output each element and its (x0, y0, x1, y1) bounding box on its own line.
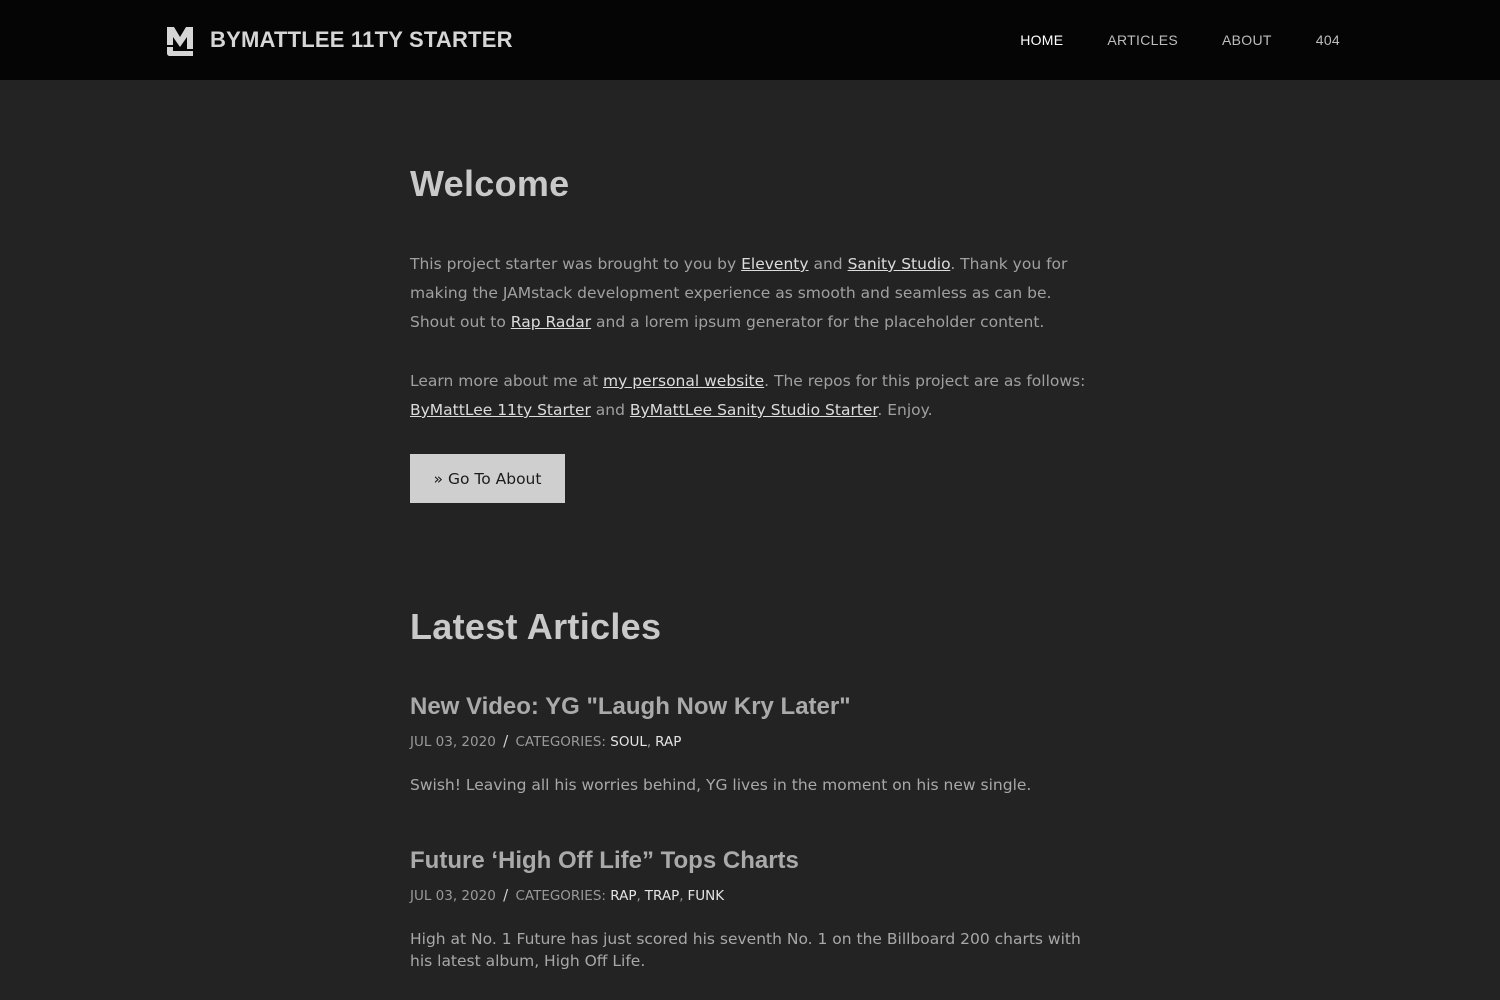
sanity-studio-link[interactable]: Sanity Studio (848, 255, 951, 273)
intro-text-4: and a lorem ipsum generator for the plac… (591, 313, 1045, 331)
intro-paragraph: This project starter was brought to you … (410, 250, 1090, 337)
repos-text-2: . The repos for this project are as foll… (764, 372, 1086, 390)
repos-text-1: Learn more about me at (410, 372, 604, 390)
nav-articles[interactable]: ARTICLES (1107, 30, 1178, 50)
site-header: BYMATTLEE 11TY STARTER HOME ARTICLES ABO… (0, 0, 1500, 80)
category-link-rap[interactable]: RAP (610, 888, 636, 904)
repos-text-4: . Enjoy. (877, 401, 933, 419)
meta-separator: / (503, 886, 509, 904)
repos-paragraph: Learn more about me at my personal websi… (410, 367, 1090, 425)
article-date: JUL 03, 2020 (410, 734, 496, 750)
article-meta: JUL 03, 2020 / CATEGORIES: SOUL, RAP (410, 732, 682, 750)
article-meta: JUL 03, 2020 / CATEGORIES: RAP, TRAP, FUNK (410, 886, 725, 904)
welcome-heading: Welcome (410, 163, 570, 204)
intro-text-2: and (808, 255, 848, 273)
latest-articles-heading: Latest Articles (410, 606, 662, 647)
article-item: New Video: YG "Laugh Now Kry Later" JUL … (410, 692, 1090, 796)
categories-label: CATEGORIES: (515, 888, 606, 904)
repos-text-3: and (590, 401, 630, 419)
category-link-soul[interactable]: SOUL (610, 734, 647, 750)
11ty-starter-link[interactable]: ByMattLee 11ty Starter (410, 401, 591, 419)
article-title-link[interactable]: Future ‘High Off Life” Tops Charts (410, 846, 1090, 876)
article-excerpt: High at No. 1 Future has just scored his… (410, 930, 1081, 970)
go-to-about-button[interactable]: » Go To About (410, 454, 565, 503)
categories-label: CATEGORIES: (515, 734, 606, 750)
article-excerpt: Swish! Leaving all his worries behind, Y… (410, 776, 1032, 794)
article-title-link[interactable]: New Video: YG "Laugh Now Kry Later" (410, 692, 1090, 722)
category-link-trap[interactable]: TRAP (645, 888, 679, 904)
intro-text-1: This project starter was brought to you … (410, 255, 742, 273)
sanity-starter-link[interactable]: ByMattLee Sanity Studio Starter (630, 401, 878, 419)
brand-home-link[interactable]: BYMATTLEE 11TY STARTER (165, 22, 513, 58)
nav-404[interactable]: 404 (1316, 30, 1340, 50)
category-link-funk[interactable]: FUNK (688, 888, 725, 904)
nav-about[interactable]: ABOUT (1222, 30, 1272, 50)
eleventy-link[interactable]: Eleventy (741, 255, 808, 273)
article-date: JUL 03, 2020 (410, 888, 496, 904)
meta-separator: / (503, 732, 509, 750)
brand-title: BYMATTLEE 11TY STARTER (210, 27, 513, 52)
main-nav: HOME ARTICLES ABOUT 404 (976, 30, 1340, 50)
nav-home[interactable]: HOME (1020, 30, 1063, 50)
m-monogram-logo-icon (167, 27, 193, 56)
rap-radar-link[interactable]: Rap Radar (511, 313, 591, 331)
category-link-rap[interactable]: RAP (655, 734, 681, 750)
personal-website-link[interactable]: my personal website (603, 372, 764, 390)
article-item: Future ‘High Off Life” Tops Charts JUL 0… (410, 846, 1090, 972)
